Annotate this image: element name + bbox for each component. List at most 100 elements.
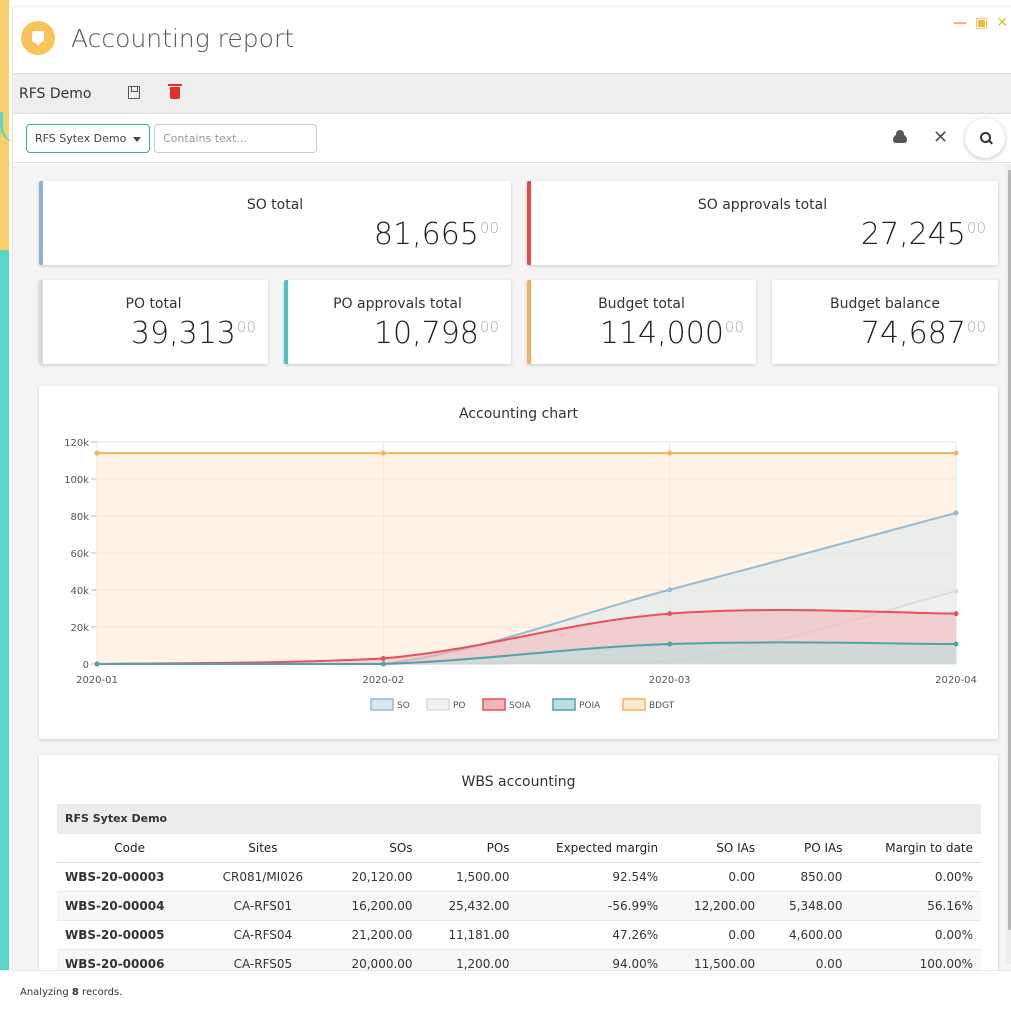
legend-swatch bbox=[622, 698, 646, 711]
restore-icon[interactable]: ▣ bbox=[975, 15, 988, 31]
cell-code: WBS-20-00005 bbox=[57, 920, 203, 950]
col-header-so-ias[interactable]: SO IAs bbox=[666, 833, 764, 863]
contains-text-input[interactable] bbox=[154, 124, 317, 153]
x-tick-label: 2020-03 bbox=[649, 675, 691, 686]
cell-pos: 11,181.00 bbox=[420, 920, 518, 950]
kpi-value: 39,31300 bbox=[130, 316, 256, 351]
wbs-table: RFS Sytex Demo Code Sites SOs POs Expect… bbox=[57, 804, 981, 972]
data-point-soia bbox=[667, 611, 673, 617]
data-point-so bbox=[953, 510, 959, 516]
col-header-expected-margin[interactable]: Expected margin bbox=[517, 833, 667, 863]
data-point-poia bbox=[953, 641, 959, 647]
accounting-chart-card: Accounting chart 0 20k 40k 60k 80k 100k 120k 20… bbox=[39, 386, 998, 739]
kpi-po-approvals-total: PO approvals total 10,79800 bbox=[284, 280, 511, 364]
data-point-poia bbox=[667, 641, 673, 647]
legend-label: SOIA bbox=[509, 701, 531, 711]
wbs-group-row: RFS Sytex Demo bbox=[57, 804, 981, 834]
cell-so-ias: 0.00 bbox=[666, 862, 764, 892]
cell-sos: 20,000.00 bbox=[323, 949, 421, 972]
report-window: Accounting report — ▣ ✕ RFS Demo RFS Syt… bbox=[12, 6, 1011, 1010]
kpi-budget-balance: Budget balance 74,68700 bbox=[772, 280, 998, 364]
cell-margin-to-date: 56.16% bbox=[850, 891, 981, 921]
kpi-accent-bar bbox=[527, 280, 531, 364]
legend-swatch bbox=[552, 698, 576, 711]
cell-sites: CA-RFS05 bbox=[202, 949, 324, 972]
kpi-budget-total: Budget total 114,00000 bbox=[527, 280, 756, 364]
table-row[interactable]: WBS-20-00003 CR081/MI026 20,120.00 1,500… bbox=[57, 862, 981, 892]
y-tick-label: 80k bbox=[70, 512, 89, 523]
cell-margin-to-date: 0.00% bbox=[850, 862, 981, 892]
kpi-so-total: SO total 81,66500 bbox=[39, 181, 511, 265]
data-point-poia bbox=[380, 661, 386, 667]
content-scrollbar[interactable] bbox=[1006, 164, 1011, 964]
accounting-chart: 0 20k 40k 60k 80k 100k 120k 2020-01 2020-02 2020-… bbox=[64, 438, 977, 711]
table-row[interactable]: WBS-20-00004 CA-RFS01 16,200.00 25,432.0… bbox=[57, 891, 981, 921]
y-tick-label: 20k bbox=[70, 623, 89, 634]
data-point-so bbox=[667, 587, 673, 593]
legend-swatch bbox=[370, 698, 394, 711]
x-tick-label: 2020-04 bbox=[935, 675, 977, 686]
cell-po-ias: 0.00 bbox=[763, 949, 851, 972]
data-point-poia bbox=[94, 661, 100, 667]
cell-sos: 20,120.00 bbox=[323, 862, 421, 892]
trash-icon[interactable] bbox=[168, 84, 182, 99]
wbs-group-label: RFS Sytex Demo bbox=[57, 804, 981, 834]
y-tick-label: 120k bbox=[64, 438, 89, 449]
wbs-header-row: Code Sites SOs POs Expected margin SO IA… bbox=[57, 833, 981, 863]
minimize-icon[interactable]: — bbox=[953, 15, 967, 31]
cell-so-ias: 0.00 bbox=[666, 920, 764, 950]
window-titlebar: Accounting report — ▣ ✕ bbox=[13, 7, 1011, 73]
wbs-title: WBS accounting bbox=[461, 774, 576, 790]
search-button[interactable] bbox=[965, 118, 1005, 158]
kpi-label: Budget balance bbox=[830, 296, 940, 312]
data-point-soia bbox=[380, 655, 386, 661]
legend-label: BDGT bbox=[649, 701, 675, 711]
cell-so-ias: 11,500.00 bbox=[666, 949, 764, 972]
cell-po-ias: 5,348.00 bbox=[763, 891, 851, 921]
status-text: Analyzing 8 records. bbox=[20, 987, 123, 998]
data-point-soia bbox=[953, 611, 959, 617]
cell-expected-margin: 94.00% bbox=[517, 949, 667, 972]
data-point-bdgt bbox=[667, 450, 673, 456]
project-select[interactable]: RFS Sytex Demo bbox=[26, 124, 150, 153]
cloud-download-icon[interactable] bbox=[893, 130, 907, 143]
cell-sos: 21,200.00 bbox=[323, 920, 421, 950]
filter-bar: RFS Sytex Demo ✕ bbox=[13, 115, 1011, 163]
kpi-value: 10,79800 bbox=[373, 316, 499, 351]
side-accent-teal bbox=[0, 250, 9, 970]
col-header-sites[interactable]: Sites bbox=[202, 833, 324, 863]
kpi-label: PO approvals total bbox=[333, 296, 462, 312]
window-controls: — ▣ ✕ bbox=[953, 15, 1008, 31]
kpi-label: SO approvals total bbox=[697, 197, 828, 213]
cell-sites: CR081/MI026 bbox=[202, 862, 324, 892]
save-icon[interactable] bbox=[128, 86, 140, 99]
y-tick-label: 40k bbox=[70, 586, 89, 597]
cell-po-ias: 850.00 bbox=[763, 862, 851, 892]
col-header-po-ias[interactable]: PO IAs bbox=[763, 833, 851, 863]
legend-label: SO bbox=[397, 701, 410, 711]
clear-filter-icon[interactable]: ✕ bbox=[933, 127, 948, 148]
report-content: SO total 81,66500 SO approvals total 27,… bbox=[13, 164, 1011, 972]
cell-code: WBS-20-00006 bbox=[57, 949, 203, 972]
close-window-icon[interactable]: ✕ bbox=[996, 15, 1008, 31]
col-header-margin-to-date[interactable]: Margin to date bbox=[850, 833, 981, 863]
col-header-code[interactable]: Code bbox=[57, 833, 203, 863]
y-tick-label: 0 bbox=[83, 660, 89, 671]
cell-code: WBS-20-00003 bbox=[57, 862, 203, 892]
cell-expected-margin: 47.26% bbox=[517, 920, 667, 950]
table-row[interactable]: WBS-20-00005 CA-RFS04 21,200.00 11,181.0… bbox=[57, 920, 981, 950]
cell-pos: 1,500.00 bbox=[420, 862, 518, 892]
window-title: Accounting report bbox=[71, 24, 295, 53]
legend-swatch bbox=[482, 698, 506, 711]
col-header-sos[interactable]: SOs bbox=[323, 833, 421, 863]
data-point-bdgt bbox=[380, 450, 386, 456]
data-point-po bbox=[953, 588, 959, 594]
kpi-so-approvals-total: SO approvals total 27,24500 bbox=[527, 181, 998, 265]
data-point-bdgt bbox=[953, 450, 959, 456]
table-row[interactable]: WBS-20-00006 CA-RFS05 20,000.00 1,200.00… bbox=[57, 949, 981, 972]
cell-pos: 25,432.00 bbox=[420, 891, 518, 921]
y-tick-label: 100k bbox=[64, 475, 89, 486]
y-tick-label: 60k bbox=[70, 549, 89, 560]
report-name: RFS Demo bbox=[19, 86, 92, 102]
col-header-pos[interactable]: POs bbox=[420, 833, 518, 863]
